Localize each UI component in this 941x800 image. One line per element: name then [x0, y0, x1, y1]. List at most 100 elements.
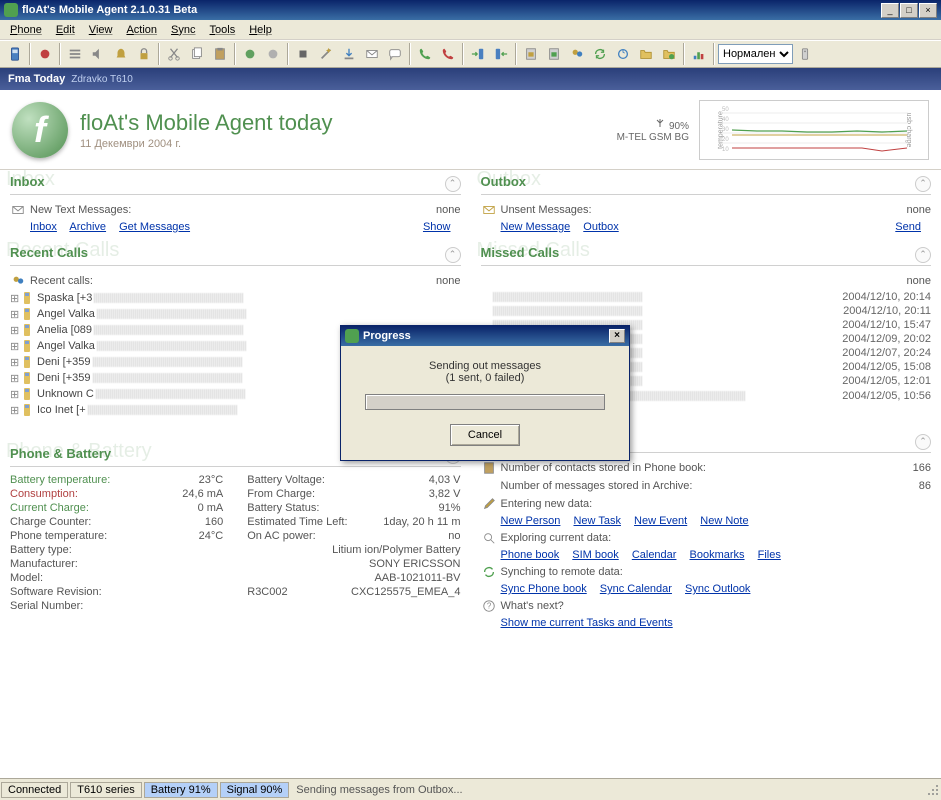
link-show[interactable]: Show [423, 221, 451, 233]
link-sync-calendar[interactable]: Sync Calendar [600, 583, 672, 595]
expand-icon[interactable]: ⊞ [10, 372, 20, 385]
link-send[interactable]: Send [895, 221, 921, 233]
tool-call-red-icon[interactable] [437, 43, 459, 65]
phone-battery-panel: Phone & Battery Phone & Battery ⌃ Batter… [10, 446, 461, 613]
tool-speaker-icon[interactable] [87, 43, 109, 65]
tool-green-dot-icon[interactable] [239, 43, 261, 65]
link-sync-phonebook[interactable]: Sync Phone book [501, 583, 587, 595]
tool-new-message-icon[interactable] [361, 43, 383, 65]
expand-icon[interactable]: ⊞ [10, 356, 20, 369]
tool-wand-icon[interactable] [315, 43, 337, 65]
link-new-note[interactable]: New Note [700, 515, 748, 527]
svg-text:30: 30 [722, 127, 729, 133]
dialog-message: Sending out messages [361, 360, 609, 372]
contacts-icon [10, 273, 26, 289]
pb-row: SONY ERICSSON [247, 557, 460, 571]
tool-cut-icon[interactable] [163, 43, 185, 65]
tool-refresh-icon[interactable] [612, 43, 634, 65]
link-new-message[interactable]: New Message [501, 221, 571, 233]
outbox-panel: Outbox Outbox ⌃ Unsent Messages: none Ne… [481, 174, 932, 235]
call-out-icon [20, 371, 34, 385]
tool-recv-phone-icon[interactable] [490, 43, 512, 65]
expand-icon[interactable]: ⊞ [10, 340, 20, 353]
menubar: Phone Edit View Action Sync Tools Help [0, 20, 941, 40]
tool-remote-icon[interactable] [794, 43, 816, 65]
menu-action[interactable]: Action [120, 22, 163, 38]
collapse-button[interactable]: ⌃ [915, 247, 931, 263]
dialog-submessage: (1 sent, 0 failed) [361, 372, 609, 384]
missed-calls-title: Missed Calls [481, 245, 916, 260]
link-sync-outlook[interactable]: Sync Outlook [685, 583, 750, 595]
status-message: Sending messages from Outbox... [290, 784, 925, 796]
link-files[interactable]: Files [758, 549, 781, 561]
call-item[interactable]: ⊞Spaska [+3 [10, 290, 461, 306]
expand-icon[interactable]: ⊞ [10, 292, 20, 305]
tool-paste-icon[interactable] [209, 43, 231, 65]
link-phone-book[interactable]: Phone book [501, 549, 560, 561]
link-sim-book[interactable]: SIM book [572, 549, 618, 561]
menu-phone[interactable]: Phone [4, 22, 48, 38]
call-out-icon [20, 291, 34, 305]
pb-row: Battery Status:91% [247, 501, 460, 515]
logo-icon: f [12, 102, 68, 158]
tool-list-icon[interactable] [64, 43, 86, 65]
tool-send-phone-icon[interactable] [467, 43, 489, 65]
tool-folder2-icon[interactable] [658, 43, 680, 65]
menu-sync[interactable]: Sync [165, 22, 201, 38]
dialog-close-button[interactable]: × [609, 329, 625, 343]
tool-contacts-icon[interactable] [566, 43, 588, 65]
close-button[interactable]: × [919, 3, 937, 18]
cancel-button[interactable]: Cancel [450, 424, 520, 446]
call-item[interactable]: ⊞Angel Valka [10, 306, 461, 322]
link-archive[interactable]: Archive [69, 221, 106, 233]
link-show-tasks[interactable]: Show me current Tasks and Events [501, 617, 673, 629]
collapse-button[interactable]: ⌃ [445, 247, 461, 263]
tool-call-green-icon[interactable] [414, 43, 436, 65]
tool-download-icon[interactable] [338, 43, 360, 65]
mini-chart: temperature usb charge 5040302010 [699, 100, 929, 160]
restore-button[interactable]: □ [900, 3, 918, 18]
tool-record-icon[interactable] [34, 43, 56, 65]
tool-gray-dot-icon[interactable] [262, 43, 284, 65]
link-new-task[interactable]: New Task [573, 515, 620, 527]
pb-row: Battery type: [10, 543, 223, 557]
tool-graph-icon[interactable] [688, 43, 710, 65]
link-calendar[interactable]: Calendar [632, 549, 677, 561]
expand-icon[interactable]: ⊞ [10, 388, 20, 401]
dialog-titlebar[interactable]: Progress × [341, 326, 629, 346]
svg-text:40: 40 [722, 117, 729, 123]
tool-bell-icon[interactable] [110, 43, 132, 65]
collapse-button[interactable]: ⌃ [445, 176, 461, 192]
tool-lock-icon[interactable] [133, 43, 155, 65]
missed-call-item[interactable]: 2004/12/10, 20:11 [481, 304, 932, 318]
expand-icon[interactable]: ⊞ [10, 404, 20, 417]
menu-edit[interactable]: Edit [50, 22, 81, 38]
menu-help[interactable]: Help [243, 22, 278, 38]
tool-sim2-icon[interactable] [543, 43, 565, 65]
tool-stop-icon[interactable] [292, 43, 314, 65]
collapse-button[interactable]: ⌃ [915, 434, 931, 450]
pb-row: Software Revision: [10, 585, 223, 599]
expand-icon[interactable]: ⊞ [10, 308, 20, 321]
link-inbox[interactable]: Inbox [30, 221, 57, 233]
tool-folder-icon[interactable] [635, 43, 657, 65]
collapse-button[interactable]: ⌃ [915, 176, 931, 192]
link-outbox[interactable]: Outbox [583, 221, 618, 233]
link-new-person[interactable]: New Person [501, 515, 561, 527]
missed-call-item[interactable]: 2004/12/10, 20:14 [481, 290, 932, 304]
tool-chat-icon[interactable] [384, 43, 406, 65]
link-get-messages[interactable]: Get Messages [119, 221, 190, 233]
menu-view[interactable]: View [83, 22, 119, 38]
link-new-event[interactable]: New Event [634, 515, 687, 527]
tool-sim-icon[interactable] [520, 43, 542, 65]
resize-grip-icon[interactable] [925, 782, 941, 798]
expand-icon[interactable]: ⊞ [10, 324, 20, 337]
link-bookmarks[interactable]: Bookmarks [690, 549, 745, 561]
menu-tools[interactable]: Tools [204, 22, 242, 38]
tool-phone-icon[interactable] [4, 43, 26, 65]
tool-copy-icon[interactable] [186, 43, 208, 65]
minimize-button[interactable]: _ [881, 3, 899, 18]
tool-sync-icon[interactable] [589, 43, 611, 65]
pb-row: Battery temperature:23°C [10, 473, 223, 487]
view-mode-select[interactable]: Нормален [718, 44, 793, 64]
